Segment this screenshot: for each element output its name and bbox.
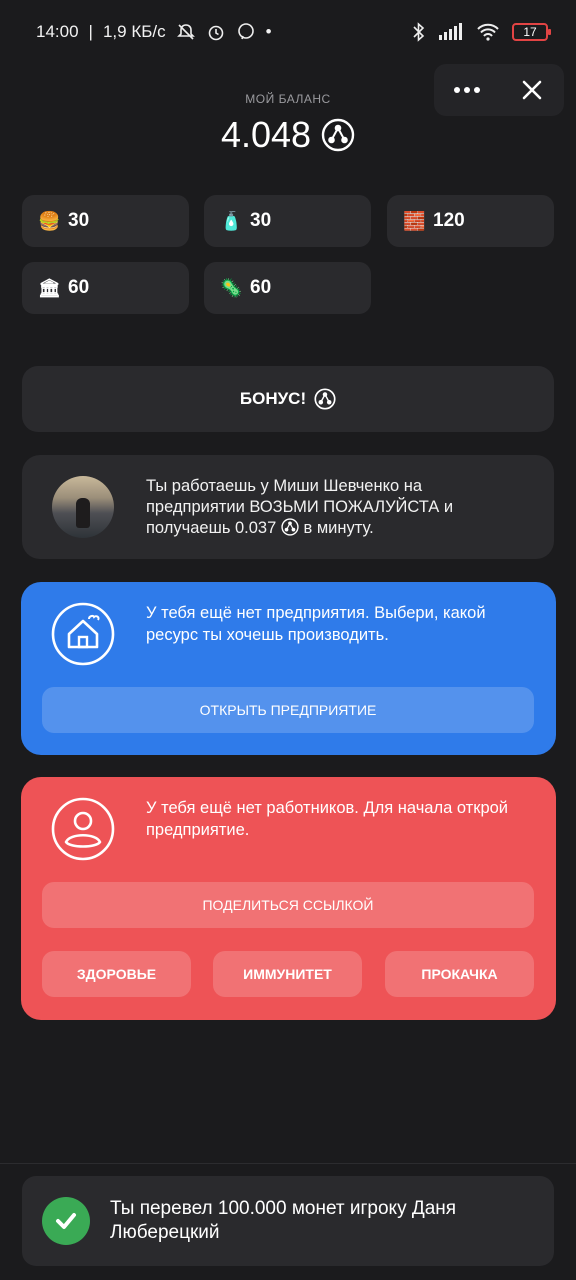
coin-icon [321, 118, 355, 152]
balance-label: МОЙ БАЛАНС [245, 92, 331, 106]
wifi-icon [476, 23, 500, 41]
house-icon [51, 602, 115, 666]
resource-value: 120 [433, 210, 465, 231]
check-icon [42, 1197, 90, 1245]
more-button[interactable] [439, 64, 495, 116]
enterprise-text: У тебя ещё нет предприятия. Выбери, како… [146, 604, 486, 644]
employer-text: Ты работаешь у Миши Шевченко на предприя… [146, 476, 454, 537]
burger-icon: 🍔 [38, 210, 61, 231]
coin-icon [281, 517, 299, 536]
resource-value: 30 [68, 210, 90, 231]
alarm-clock-icon [206, 22, 226, 42]
muted-bell-icon [176, 22, 196, 42]
balance-row: 4.048 [0, 114, 576, 156]
resource-value: 30 [250, 210, 272, 231]
status-bar: 14:00 | 1,9 КБ/с • 17 [0, 0, 576, 64]
success-toast[interactable]: Ты перевел 100.000 монет игроку Даня Люб… [22, 1176, 554, 1266]
user-icon [51, 797, 115, 861]
workers-text: У тебя ещё нет работников. Для начала от… [146, 799, 509, 839]
viber-icon [236, 22, 256, 42]
share-link-button[interactable]: ПОДЕЛИТЬСЯ ССЫЛКОЙ [42, 882, 534, 928]
resource-value: 60 [250, 277, 272, 298]
resource-pill[interactable]: 🧴 30 [204, 195, 371, 247]
divider [0, 1163, 576, 1164]
top-actions [434, 64, 564, 116]
resource-value: 60 [68, 277, 90, 298]
virus-icon: 🦠 [220, 277, 243, 298]
resource-bank[interactable]: 🏛 60 [22, 262, 189, 314]
employer-avatar[interactable] [52, 476, 114, 538]
immunity-button[interactable]: ИММУНИТЕТ [213, 951, 362, 997]
notification-dot-icon: • [265, 22, 272, 41]
brick-icon: 🧱 [403, 210, 426, 231]
balance-value: 4.048 [220, 114, 312, 155]
resource-virus[interactable]: 🦠 60 [204, 262, 371, 314]
health-button[interactable]: ЗДОРОВЬЕ [42, 951, 191, 997]
upgrade-button[interactable]: ПРОКАЧКА [385, 951, 534, 997]
workers-card: У тебя ещё нет работников. Для начала от… [21, 777, 556, 1020]
employer-card: Ты работаешь у Миши Шевченко на предприя… [22, 455, 554, 559]
bonus-label: БОНУС! [239, 389, 307, 408]
battery-icon: 17 [512, 23, 551, 41]
network-speed: 1,9 КБ/с [102, 22, 166, 41]
enterprise-card: У тебя ещё нет предприятия. Выбери, како… [21, 582, 556, 755]
open-enterprise-button[interactable]: ОТКРЫТЬ ПРЕДПРИЯТИЕ [42, 687, 534, 733]
close-button[interactable] [504, 64, 560, 116]
bluetooth-icon [412, 22, 426, 42]
bank-icon: 🏛 [38, 277, 61, 298]
pill-icon: 🧴 [220, 210, 243, 231]
resource-burger[interactable]: 🍔 30 [22, 195, 189, 247]
resource-brick[interactable]: 🧱 120 [387, 195, 554, 247]
status-time: 14:00 [36, 22, 79, 41]
signal-icon [438, 23, 464, 41]
bonus-button[interactable]: БОНУС! [22, 366, 554, 432]
coin-icon [314, 388, 336, 410]
toast-text: Ты перевел 100.000 монет игроку Даня Люб… [110, 1198, 457, 1243]
